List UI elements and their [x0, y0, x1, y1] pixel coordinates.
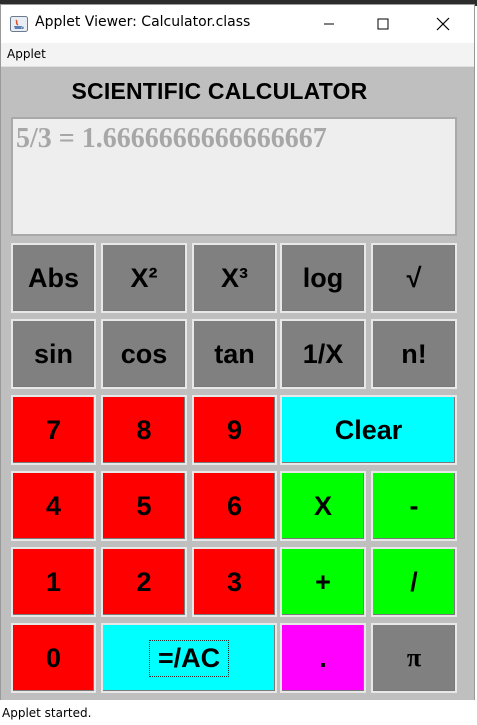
multiply-button[interactable]: X: [280, 471, 366, 541]
status-bar: Applet started.: [0, 700, 477, 725]
close-icon: [436, 17, 450, 31]
status-text: Applet started.: [2, 706, 92, 720]
digit-6-button[interactable]: 6: [192, 471, 277, 541]
java-applet-icon: [10, 16, 28, 32]
subtract-button[interactable]: -: [371, 471, 457, 541]
digit-7-button[interactable]: 7: [11, 395, 96, 465]
square-button[interactable]: X²: [101, 243, 187, 313]
title-bar[interactable]: Applet Viewer: Calculator.class: [1, 5, 474, 43]
calculator-heading: SCIENTIFIC CALCULATOR: [71, 78, 368, 104]
reciprocal-button[interactable]: 1/X: [280, 319, 366, 389]
sin-button[interactable]: sin: [11, 319, 96, 389]
equals-button-label: =/AC: [148, 639, 230, 677]
display-text: 5/3 = 1.6666666666666667: [16, 123, 327, 154]
calculator-display[interactable]: 5/3 = 1.6666666666666667: [11, 117, 457, 236]
close-button[interactable]: [420, 5, 466, 43]
clear-button[interactable]: Clear: [280, 395, 457, 465]
minimize-icon: [324, 23, 334, 25]
digit-1-button[interactable]: 1: [11, 547, 96, 617]
digit-0-button[interactable]: 0: [11, 623, 96, 693]
digit-8-button[interactable]: 8: [101, 395, 187, 465]
digit-4-button[interactable]: 4: [11, 471, 96, 541]
minimize-button[interactable]: [306, 5, 352, 43]
applet-viewer-window: Applet Viewer: Calculator.class Applet S…: [0, 4, 475, 723]
maximize-icon: [377, 18, 389, 30]
add-button[interactable]: +: [280, 547, 366, 617]
decimal-button[interactable]: .: [280, 623, 366, 693]
tan-button[interactable]: tan: [192, 319, 277, 389]
equals-button[interactable]: =/AC: [101, 623, 277, 693]
cos-button[interactable]: cos: [101, 319, 187, 389]
digit-9-button[interactable]: 9: [192, 395, 277, 465]
menu-applet[interactable]: Applet: [7, 47, 46, 61]
digit-2-button[interactable]: 2: [101, 547, 187, 617]
factorial-button[interactable]: n!: [371, 319, 457, 389]
digit-5-button[interactable]: 5: [101, 471, 187, 541]
menu-bar: Applet: [1, 43, 474, 67]
divide-button[interactable]: /: [371, 547, 457, 617]
pi-button[interactable]: π: [371, 623, 457, 693]
abs-button[interactable]: Abs: [11, 243, 96, 313]
digit-3-button[interactable]: 3: [192, 547, 277, 617]
sqrt-button[interactable]: √: [371, 243, 457, 313]
maximize-button[interactable]: [360, 5, 406, 43]
window-title: Applet Viewer: Calculator.class: [35, 14, 251, 30]
cube-button[interactable]: X³: [192, 243, 277, 313]
log-button[interactable]: log: [280, 243, 366, 313]
